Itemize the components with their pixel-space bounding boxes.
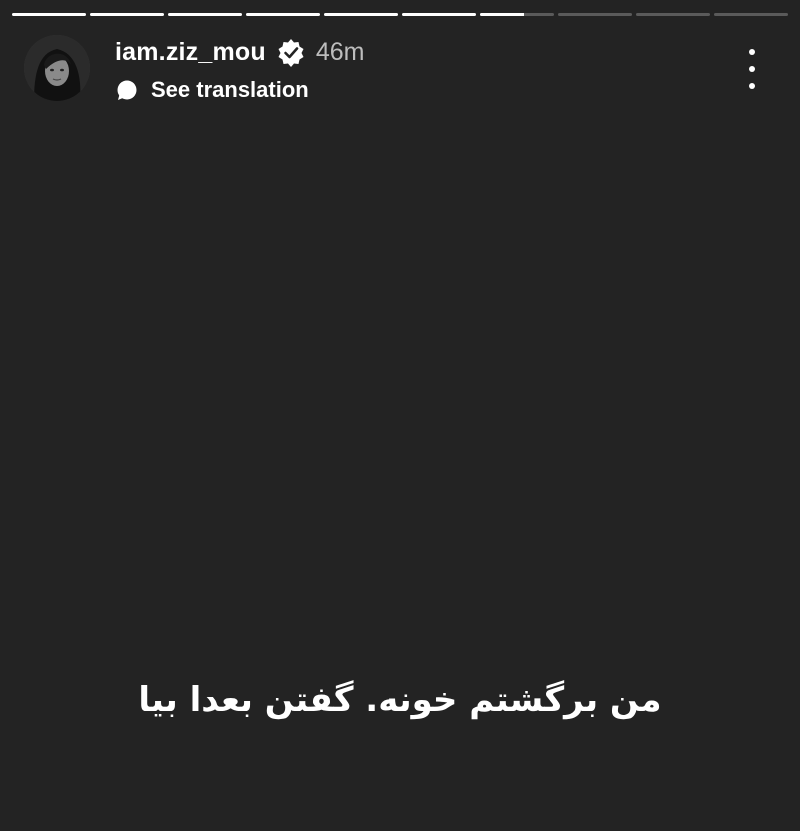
ellipsis-dot xyxy=(749,83,755,89)
vertical-ellipsis-icon[interactable] xyxy=(742,49,762,89)
story-progress-fill xyxy=(402,13,476,16)
story-progress-fill xyxy=(246,13,320,16)
avatar-image xyxy=(24,35,90,101)
story-progress-fill xyxy=(480,13,525,16)
story-progress-segment xyxy=(480,13,554,16)
story-progress-segment xyxy=(714,13,788,16)
story-progress-fill xyxy=(12,13,86,16)
profile-avatar[interactable] xyxy=(24,35,90,101)
story-header: iam.ziz_mou 46m See translation xyxy=(24,33,776,105)
username-row: iam.ziz_mou 46m xyxy=(115,35,365,69)
story-caption: من برگشتم خونه. گفتن بعدا بیا xyxy=(138,680,662,720)
story-progress-segment xyxy=(246,13,320,16)
speech-bubble-icon xyxy=(115,78,139,102)
verified-badge-icon xyxy=(276,37,306,67)
story-progress-fill xyxy=(324,13,398,16)
see-translation-label: See translation xyxy=(151,77,309,102)
see-translation-button[interactable]: See translation xyxy=(115,75,309,105)
story-progress-fill xyxy=(168,13,242,16)
ellipsis-dot xyxy=(749,66,755,72)
post-time: 46m xyxy=(315,37,365,66)
story-progress-segment xyxy=(558,13,632,16)
ellipsis-dot xyxy=(749,49,755,55)
story-progress-segment xyxy=(636,13,710,16)
story-progress-segment xyxy=(402,13,476,16)
story-progress-fill xyxy=(90,13,164,16)
story-progress-segment xyxy=(90,13,164,16)
story-progress-segment xyxy=(324,13,398,16)
username[interactable]: iam.ziz_mou xyxy=(115,38,266,67)
story-progress-bar xyxy=(12,13,788,16)
story-progress-segment xyxy=(12,13,86,16)
story-progress-segment xyxy=(168,13,242,16)
